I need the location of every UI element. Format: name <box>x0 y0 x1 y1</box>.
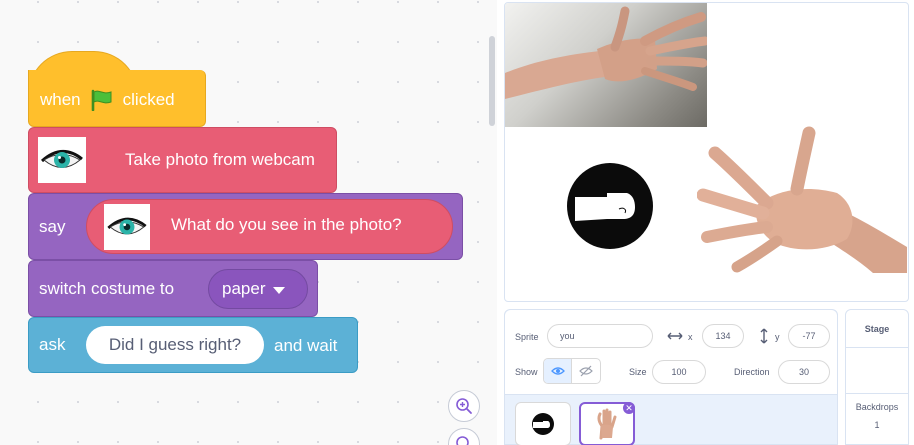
size-input[interactable]: 100 <box>652 360 706 384</box>
sprite-thumbnail-you[interactable]: ✕ <box>579 402 635 445</box>
show-visible-button[interactable] <box>544 359 573 383</box>
clicked-label: clicked <box>122 90 175 109</box>
sprite-thumbnail-rock[interactable] <box>515 402 571 445</box>
show-hidden-button[interactable] <box>572 359 600 383</box>
zoom-reset-button[interactable] <box>448 428 480 445</box>
code-scrollbar[interactable] <box>489 36 495 126</box>
eye-visible-icon <box>550 367 565 375</box>
eye-icon <box>38 137 86 183</box>
when-label: when <box>40 90 81 109</box>
rock-sprite-thumbnail-icon <box>532 413 554 435</box>
say-message-text: What do you see in the photo? <box>171 215 402 234</box>
dropdown-arrow-icon <box>273 286 286 294</box>
ask-question-input[interactable]: Did I guess right? <box>86 326 264 364</box>
scratch-editor: when clicked Take photo from webcam say <box>0 0 914 445</box>
backdrops-label: Backdrops <box>855 402 899 412</box>
stage-selector-title: Stage <box>846 310 908 348</box>
delete-sprite-button[interactable]: ✕ <box>623 402 635 414</box>
visibility-toggle <box>543 358 601 384</box>
costume-dropdown[interactable]: paper <box>208 269 308 309</box>
take-photo-label: Take photo from webcam <box>125 150 315 169</box>
switch-costume-label: switch costume to <box>39 278 175 298</box>
x-label: x <box>688 332 693 342</box>
rock-sprite[interactable] <box>567 163 653 249</box>
paper-hand-sprite[interactable] <box>696 123 907 273</box>
code-area[interactable]: when clicked Take photo from webcam say <box>0 0 497 445</box>
eye-icon <box>104 204 150 250</box>
backdrops-count: 1 <box>874 420 880 430</box>
stage-thumbnail[interactable] <box>846 348 908 394</box>
say-label: say <box>39 216 66 236</box>
stage-selector[interactable]: Stage Backdrops 1 <box>845 309 909 445</box>
when-flag-clicked-block[interactable]: when clicked <box>28 70 206 127</box>
zoom-reset-icon <box>456 436 469 445</box>
zoom-in-button[interactable] <box>448 390 480 422</box>
direction-label: Direction <box>734 367 770 377</box>
stage[interactable] <box>504 2 909 302</box>
zoom-in-icon <box>456 398 472 414</box>
sprite-pane: Sprite you x 134 y -77 Show Size 100 Dir… <box>504 309 838 445</box>
and-wait-label: and wait <box>274 336 338 355</box>
green-flag-icon <box>91 89 112 111</box>
x-position-input[interactable]: 134 <box>702 324 744 348</box>
x-arrows-icon <box>667 332 683 340</box>
eye-hidden-icon <box>579 365 593 377</box>
size-label: Size <box>629 367 647 377</box>
sprite-info-panel: Sprite you x 134 y -77 Show Size 100 Dir… <box>505 310 837 395</box>
y-position-input[interactable]: -77 <box>788 324 830 348</box>
ask-label: ask <box>39 335 66 354</box>
sprite-label: Sprite <box>515 332 539 342</box>
show-label: Show <box>515 367 538 377</box>
webcam-photo <box>505 3 710 127</box>
costume-dropdown-value: paper <box>222 279 266 298</box>
y-label: y <box>775 332 780 342</box>
sprite-name-input[interactable]: you <box>547 324 653 348</box>
hand-sprite-thumbnail-icon <box>597 408 617 440</box>
direction-input[interactable]: 30 <box>778 360 830 384</box>
y-arrows-icon <box>760 328 768 344</box>
